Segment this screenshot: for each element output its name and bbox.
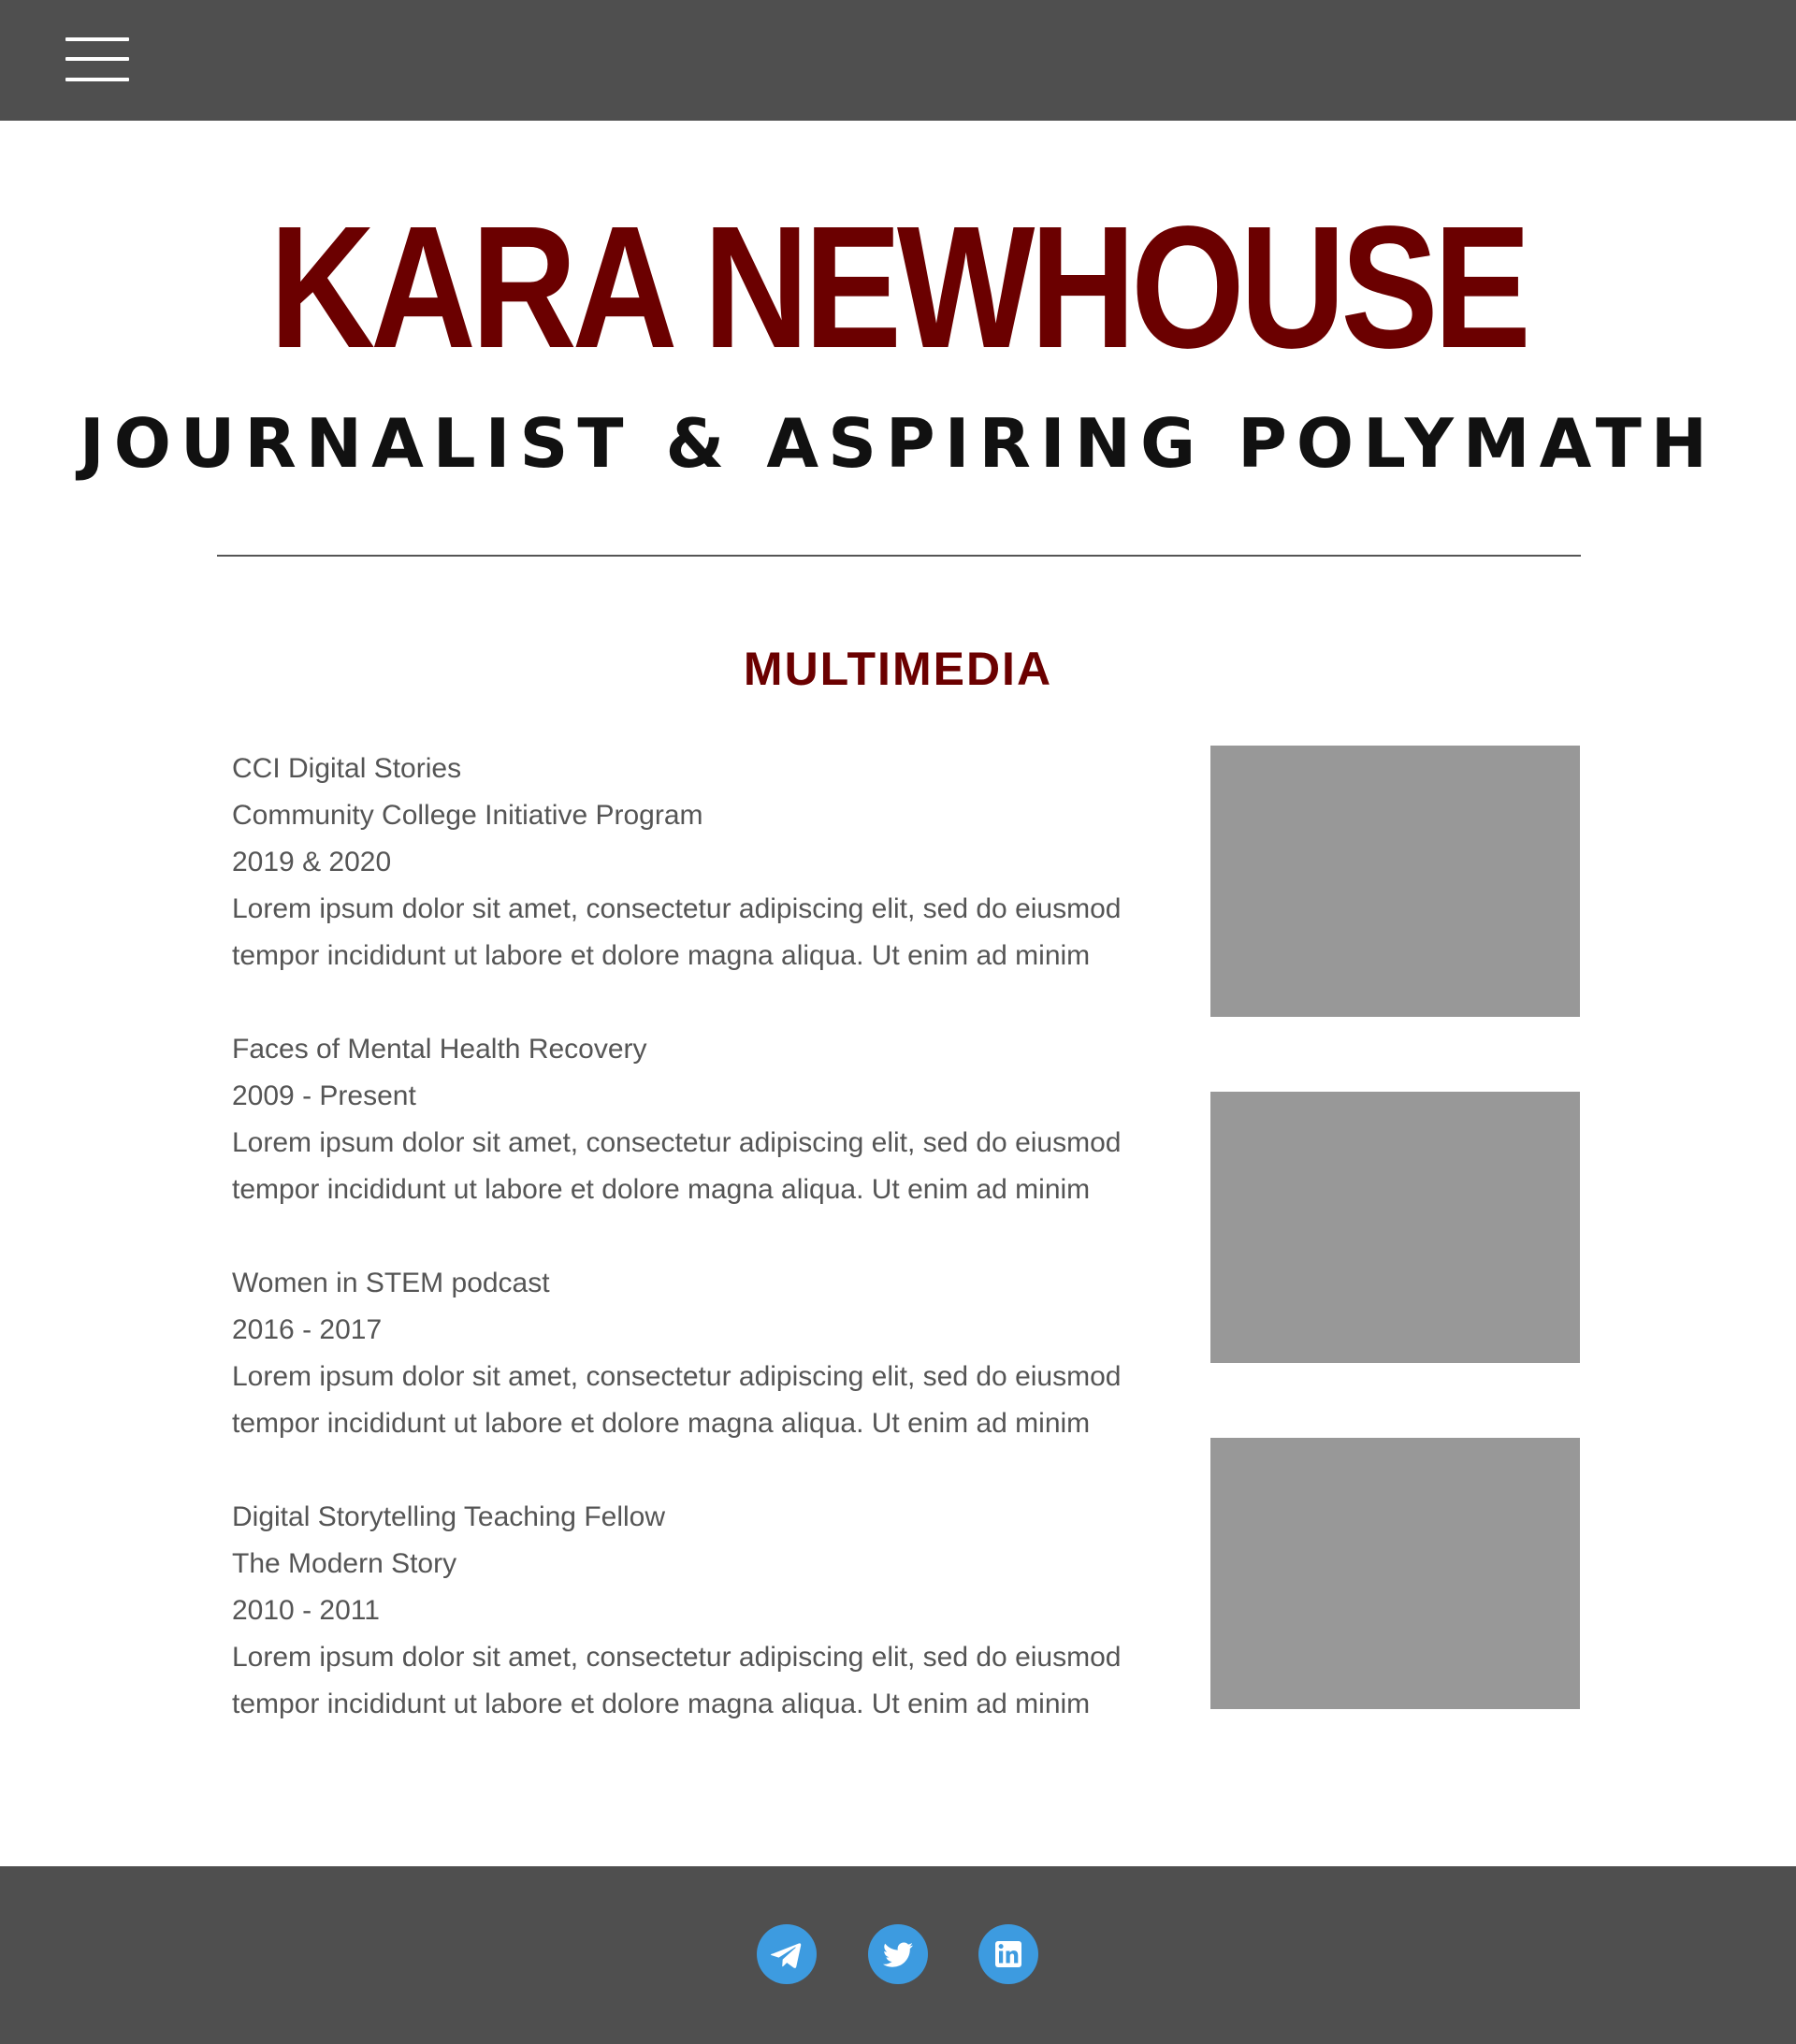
multimedia-entries-list: CCI Digital Stories Community College In… [232,746,1167,1775]
entry-title: Faces of Mental Health Recovery [232,1034,647,1065]
entry-title: CCI Digital Stories [232,753,462,784]
site-tagline: JOURNALIST & ASPIRING POLYMATH [79,404,1717,483]
entry-image-placeholder[interactable] [1210,746,1580,1017]
entry-title: Women in STEM podcast [232,1268,550,1298]
menu-line [65,78,129,81]
entry-description: Lorem ipsum dolor sit amet, consectetur … [232,1642,1122,1719]
multimedia-entry: Faces of Mental Health Recovery 2009 - P… [232,1026,1167,1213]
entry-image-placeholder[interactable] [1210,1092,1580,1363]
multimedia-entry: Digital Storytelling Teaching Fellow The… [232,1494,1167,1728]
multimedia-entry: Women in STEM podcast 2016 - 2017 Lorem … [232,1260,1167,1447]
entry-description: Lorem ipsum dolor sit amet, consectetur … [232,1127,1122,1205]
site-title-name: KARA NEWHOUSE [269,191,1531,384]
entry-subtitle: The Modern Story [232,1548,457,1579]
footer-bar [0,1866,1796,2044]
menu-line [65,37,129,41]
header-divider [217,555,1581,557]
section-heading-multimedia: MULTIMEDIA [743,643,1053,695]
menu-line [65,57,129,61]
entry-date: 2016 - 2017 [232,1314,383,1345]
entry-date: 2019 & 2020 [232,847,392,877]
twitter-glyph [882,1942,913,1967]
multimedia-entry: CCI Digital Stories Community College In… [232,746,1167,979]
entry-description: Lorem ipsum dolor sit amet, consectetur … [232,893,1122,971]
telegram-glyph [771,1943,802,1968]
twitter-icon[interactable] [868,1924,928,1984]
entry-date: 2010 - 2011 [232,1595,380,1626]
hamburger-menu-icon[interactable] [65,37,129,82]
top-navigation-bar [0,0,1796,121]
telegram-icon[interactable] [757,1924,817,1984]
linkedin-icon[interactable] [978,1924,1038,1984]
linkedin-glyph [995,1941,1021,1967]
entry-date: 2009 - Present [232,1080,416,1111]
entry-image-placeholder[interactable] [1210,1438,1580,1709]
entry-subtitle: Community College Initiative Program [232,800,703,831]
entry-title: Digital Storytelling Teaching Fellow [232,1501,666,1532]
entry-description: Lorem ipsum dolor sit amet, consectetur … [232,1361,1122,1439]
